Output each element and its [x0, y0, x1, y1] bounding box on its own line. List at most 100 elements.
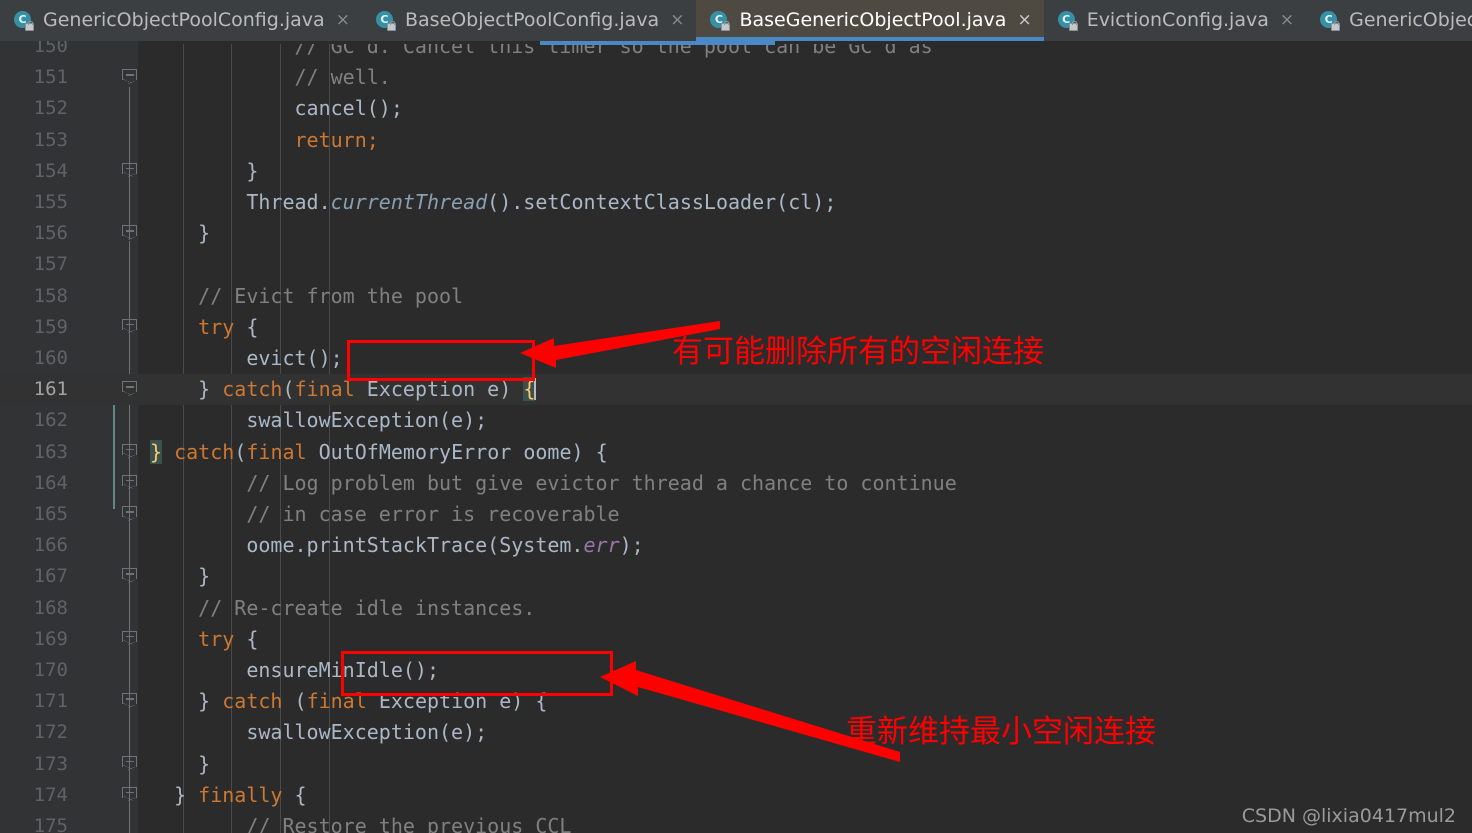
close-icon[interactable]: × — [668, 12, 684, 29]
line-number: 168 — [33, 596, 68, 619]
tab-generic-object-pool[interactable]: C GenericObjectPool.java × — [1306, 0, 1472, 41]
line-number: 175 — [33, 815, 68, 833]
code-text[interactable]: swallowException(e); — [150, 717, 487, 748]
code-text[interactable]: } — [150, 156, 258, 187]
tab-eviction-config[interactable]: C EvictionConfig.java × — [1044, 0, 1306, 41]
close-icon[interactable]: × — [1278, 12, 1294, 29]
code-line-row[interactable]: 163 } catch(final OutOfMemoryError oome) … — [0, 437, 1472, 468]
tab-label: BaseGenericObjectPool.java — [739, 9, 1007, 31]
tab-base-generic-object-pool[interactable]: C BaseGenericObjectPool.java × — [696, 0, 1044, 41]
code-text[interactable]: // Restore the previous CCL — [150, 811, 571, 833]
code-text[interactable]: } catch(final Exception e) { — [150, 374, 537, 405]
line-number: 156 — [33, 222, 68, 245]
code-line-row[interactable]: 157 — [0, 249, 1472, 280]
code-line-row[interactable]: 170 ensureMinIdle(); — [0, 655, 1472, 686]
line-number: 163 — [33, 440, 68, 463]
code-text[interactable]: try { — [150, 312, 258, 343]
code-text[interactable]: evict(); — [150, 343, 342, 374]
line-number: 174 — [33, 783, 68, 806]
code-line-row[interactable]: 166 oome.printStackTrace(System.err); — [0, 530, 1472, 561]
line-number: 167 — [33, 565, 68, 588]
java-class-locked-icon: C — [1320, 10, 1341, 31]
code-line-row[interactable]: 169 try { — [0, 624, 1472, 655]
code-line-row[interactable]: 158 // Evict from the pool — [0, 281, 1472, 312]
code-text[interactable]: // well. — [150, 62, 390, 93]
text-caret — [534, 378, 537, 401]
code-text[interactable]: // Log problem but give evictor thread a… — [150, 468, 956, 499]
code-line-row[interactable]: 151 // well. — [0, 62, 1472, 93]
code-text[interactable]: swallowException(e); — [150, 405, 487, 436]
code-line-row[interactable]: 172 swallowException(e); — [0, 717, 1472, 748]
code-line-row[interactable]: 173 } — [0, 749, 1472, 780]
line-number: 173 — [33, 752, 68, 775]
code-text[interactable]: // in case error is recoverable — [150, 499, 619, 530]
code-text[interactable]: } finally { — [150, 780, 306, 811]
line-number: 166 — [33, 534, 68, 557]
code-line-row[interactable]: 153 return; — [0, 125, 1472, 156]
line-number: 171 — [33, 690, 68, 713]
code-editor[interactable]: 150 // GC'd. Cancel this timer so the po… — [0, 41, 1472, 833]
code-line-row[interactable]: 164 // Log problem but give evictor thre… — [0, 468, 1472, 499]
code-text[interactable]: // Re-create idle instances. — [150, 593, 535, 624]
code-text[interactable]: ensureMinIdle(); — [150, 655, 439, 686]
fold-marker-icon[interactable] — [122, 755, 139, 773]
fold-marker-icon[interactable] — [122, 474, 139, 492]
code-line-row[interactable]: 165 // in case error is recoverable — [0, 499, 1472, 530]
code-line-row[interactable]: 171 } catch (final Exception e) { — [0, 686, 1472, 717]
selection-remnant — [540, 41, 775, 45]
line-number: 152 — [33, 97, 68, 120]
fold-marker-icon[interactable] — [122, 443, 139, 461]
line-number: 153 — [33, 128, 68, 151]
code-text[interactable]: oome.printStackTrace(System.err); — [150, 530, 643, 561]
close-icon[interactable]: × — [334, 12, 350, 29]
fold-marker-icon[interactable] — [122, 693, 139, 710]
tab-label: GenericObjectPoolConfig.java — [43, 9, 325, 31]
code-text[interactable]: try { — [150, 624, 258, 655]
line-number: 155 — [33, 191, 68, 213]
tab-generic-object-pool-config[interactable]: C GenericObjectPoolConfig.java × — [0, 0, 362, 41]
code-text[interactable]: } catch(final OutOfMemoryError oome) { — [150, 437, 608, 468]
code-text[interactable]: } — [150, 218, 210, 249]
line-number: 162 — [33, 409, 68, 432]
code-text[interactable]: } — [150, 749, 210, 780]
code-text[interactable]: } — [150, 561, 210, 592]
code-line-row[interactable]: 168 // Re-create idle instances. — [0, 593, 1472, 624]
annotation-ensure-min-idle-text: 重新维持最小空闲连接 — [846, 714, 1156, 750]
line-number: 154 — [33, 159, 68, 182]
fold-marker-icon[interactable] — [122, 506, 139, 523]
close-icon[interactable]: × — [1015, 12, 1031, 29]
tab-label: GenericObjectPool.java — [1349, 9, 1472, 31]
fold-marker-icon[interactable] — [122, 786, 139, 804]
fold-marker-icon[interactable] — [122, 318, 139, 336]
tab-label: BaseObjectPoolConfig.java — [404, 9, 660, 31]
java-class-locked-icon: C — [375, 10, 396, 31]
code-text[interactable]: return; — [150, 125, 378, 156]
fold-marker-icon[interactable] — [122, 69, 139, 86]
line-number: 170 — [33, 659, 68, 681]
code-line-row[interactable]: 162 swallowException(e); — [0, 405, 1472, 436]
fold-marker-icon[interactable] — [122, 162, 139, 180]
line-number: 157 — [33, 253, 68, 276]
fold-marker-icon[interactable] — [122, 381, 139, 398]
code-line-row[interactable]: 156 } — [0, 218, 1472, 249]
line-number: 161 — [33, 378, 68, 401]
java-class-locked-icon: C — [710, 10, 731, 31]
code-text[interactable]: cancel(); — [150, 93, 402, 124]
code-text[interactable]: Thread.currentThread().setContextClassLo… — [150, 187, 836, 218]
annotation-evict-text: 有可能删除所有的空闲连接 — [672, 334, 1044, 370]
line-number: 172 — [33, 721, 68, 744]
code-text[interactable]: } catch (final Exception e) { — [150, 686, 547, 717]
java-class-locked-icon: C — [1057, 10, 1078, 31]
code-line-row[interactable]: 167 } — [0, 561, 1472, 592]
code-line-row[interactable]: 152 cancel(); — [0, 93, 1472, 124]
code-line-row[interactable]: 161 } catch(final Exception e) { — [0, 374, 1472, 406]
fold-marker-icon[interactable] — [122, 568, 139, 585]
line-number: 151 — [33, 66, 68, 89]
fold-marker-icon[interactable] — [122, 225, 139, 242]
code-line-row[interactable]: 155 Thread.currentThread().setContextCla… — [0, 187, 1472, 218]
line-number: 164 — [33, 471, 68, 494]
code-text[interactable]: // Evict from the pool — [150, 281, 463, 312]
code-line-row[interactable]: 154 } — [0, 156, 1472, 187]
tab-base-object-pool-config[interactable]: C BaseObjectPoolConfig.java × — [362, 0, 697, 41]
fold-marker-icon[interactable] — [122, 630, 139, 648]
